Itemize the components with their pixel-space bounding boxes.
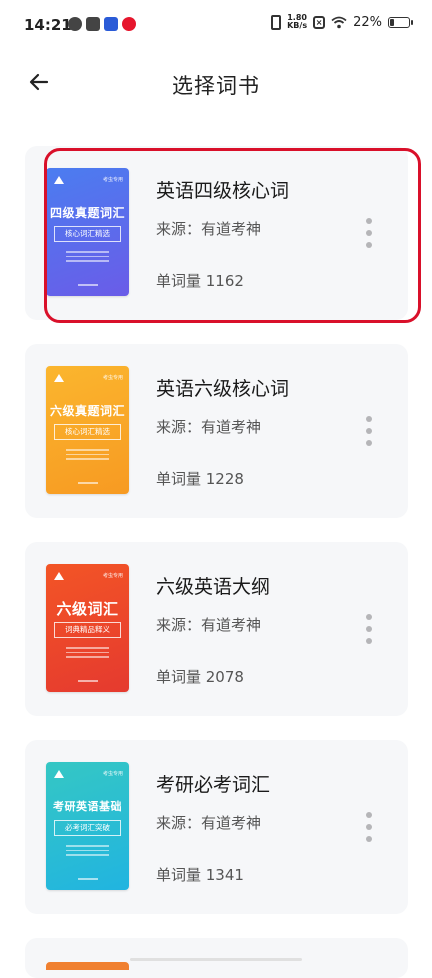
scroll-indicator [130, 958, 302, 961]
book-cover: 考虫专用 四级真题词汇 核心词汇精选 [46, 168, 129, 296]
book-cover: 考虫专用 六级词汇 词典精品释义 [46, 564, 129, 692]
cover-subtitle: 词典精品释义 [54, 622, 121, 638]
cover-text-lines [60, 644, 115, 661]
status-bar: 14:21 1.80 KB/s × 22% [0, 0, 432, 52]
book-title: 六级英语大纲 [156, 576, 271, 598]
book-source: 来源：有道考神 [156, 616, 262, 634]
dot-icon [366, 638, 372, 644]
sim-off-icon: × [313, 15, 326, 29]
word-count: 单词量 1228 [156, 470, 244, 488]
dot-icon [366, 428, 372, 434]
cover-footer [46, 271, 129, 290]
dot-icon [366, 440, 372, 446]
baidu-icon [104, 17, 118, 31]
more-options-button[interactable] [361, 218, 377, 248]
cover-title: 六级真题词汇 [49, 404, 125, 418]
more-options-button[interactable] [361, 614, 377, 644]
cover-text-lines [60, 446, 115, 463]
book-title: 考研必考词汇 [156, 774, 271, 796]
cover-subtitle: 必考词汇突破 [54, 820, 121, 836]
book-source: 来源：有道考神 [156, 418, 262, 436]
cover-footer [46, 865, 129, 884]
book-source: 来源：有道考神 [156, 814, 262, 832]
dot-icon [366, 812, 372, 818]
book-cover: 考虫专用 六级真题词汇 核心词汇精选 [46, 366, 129, 494]
book-source: 来源：有道考神 [156, 220, 262, 238]
wifi-icon [331, 16, 347, 28]
battery-percent: 22% [353, 14, 382, 30]
word-count: 单词量 1162 [156, 272, 244, 290]
cover-brand: 考虫专用 [102, 177, 123, 183]
dot-icon [366, 626, 372, 632]
dot-icon [366, 242, 372, 248]
cover-brand: 考虫专用 [102, 771, 123, 777]
cover-title: 四级真题词汇 [49, 206, 125, 220]
cloud-icon [68, 17, 82, 31]
cover-brand: 考虫专用 [102, 375, 123, 381]
book-title: 英语六级核心词 [156, 378, 290, 400]
notification-icons [68, 17, 136, 31]
cover-subtitle: 核心词汇精选 [54, 424, 121, 440]
battery-icon [388, 16, 413, 28]
cover-footer [46, 469, 129, 488]
cover-title: 六级词汇 [56, 600, 119, 618]
dot-icon [366, 824, 372, 830]
logo-icon [54, 374, 64, 382]
book-title: 英语四级核心词 [156, 180, 290, 202]
cover-footer [46, 667, 129, 686]
more-options-button[interactable] [361, 812, 377, 842]
weibo-icon [122, 17, 136, 31]
cover-subtitle: 核心词汇精选 [54, 226, 121, 242]
net-speed: 1.80 KB/s [287, 13, 308, 30]
dot-icon [366, 416, 372, 422]
dot-icon [366, 836, 372, 842]
book-cover [46, 962, 129, 970]
status-time: 14:21 [24, 16, 72, 34]
cover-brand: 考虫专用 [102, 573, 123, 579]
cover-text-lines [60, 248, 115, 265]
logo-icon [54, 176, 64, 184]
status-indicators: 1.80 KB/s × 22% [271, 13, 413, 30]
app-notification-icon [86, 17, 100, 31]
book-card[interactable]: 考虫专用 六级真题词汇 核心词汇精选 英语六级核心词 来源：有道考神 单词量 1… [25, 344, 408, 518]
page-title: 选择词书 [172, 74, 260, 98]
book-card[interactable]: 考虫专用 四级真题词汇 核心词汇精选 英语四级核心词 来源：有道考神 单词量 1… [25, 146, 408, 320]
book-cover: 考虫专用 考研英语基础 必考词汇突破 [46, 762, 129, 890]
dot-icon [366, 614, 372, 620]
cover-title: 考研英语基础 [53, 800, 122, 813]
book-card[interactable]: 考虫专用 六级词汇 词典精品释义 六级英语大纲 来源：有道考神 单词量 2078 [25, 542, 408, 716]
cover-text-lines [60, 842, 115, 859]
dot-icon [366, 230, 372, 236]
logo-icon [54, 770, 64, 778]
more-options-button[interactable] [361, 416, 377, 446]
vibrate-icon [271, 14, 282, 30]
logo-icon [54, 572, 64, 580]
dot-icon [366, 218, 372, 224]
header: 选择词书 [0, 56, 432, 110]
word-count: 单词量 1341 [156, 866, 244, 884]
book-card[interactable]: 考虫专用 考研英语基础 必考词汇突破 考研必考词汇 来源：有道考神 单词量 13… [25, 740, 408, 914]
word-count: 单词量 2078 [156, 668, 244, 686]
